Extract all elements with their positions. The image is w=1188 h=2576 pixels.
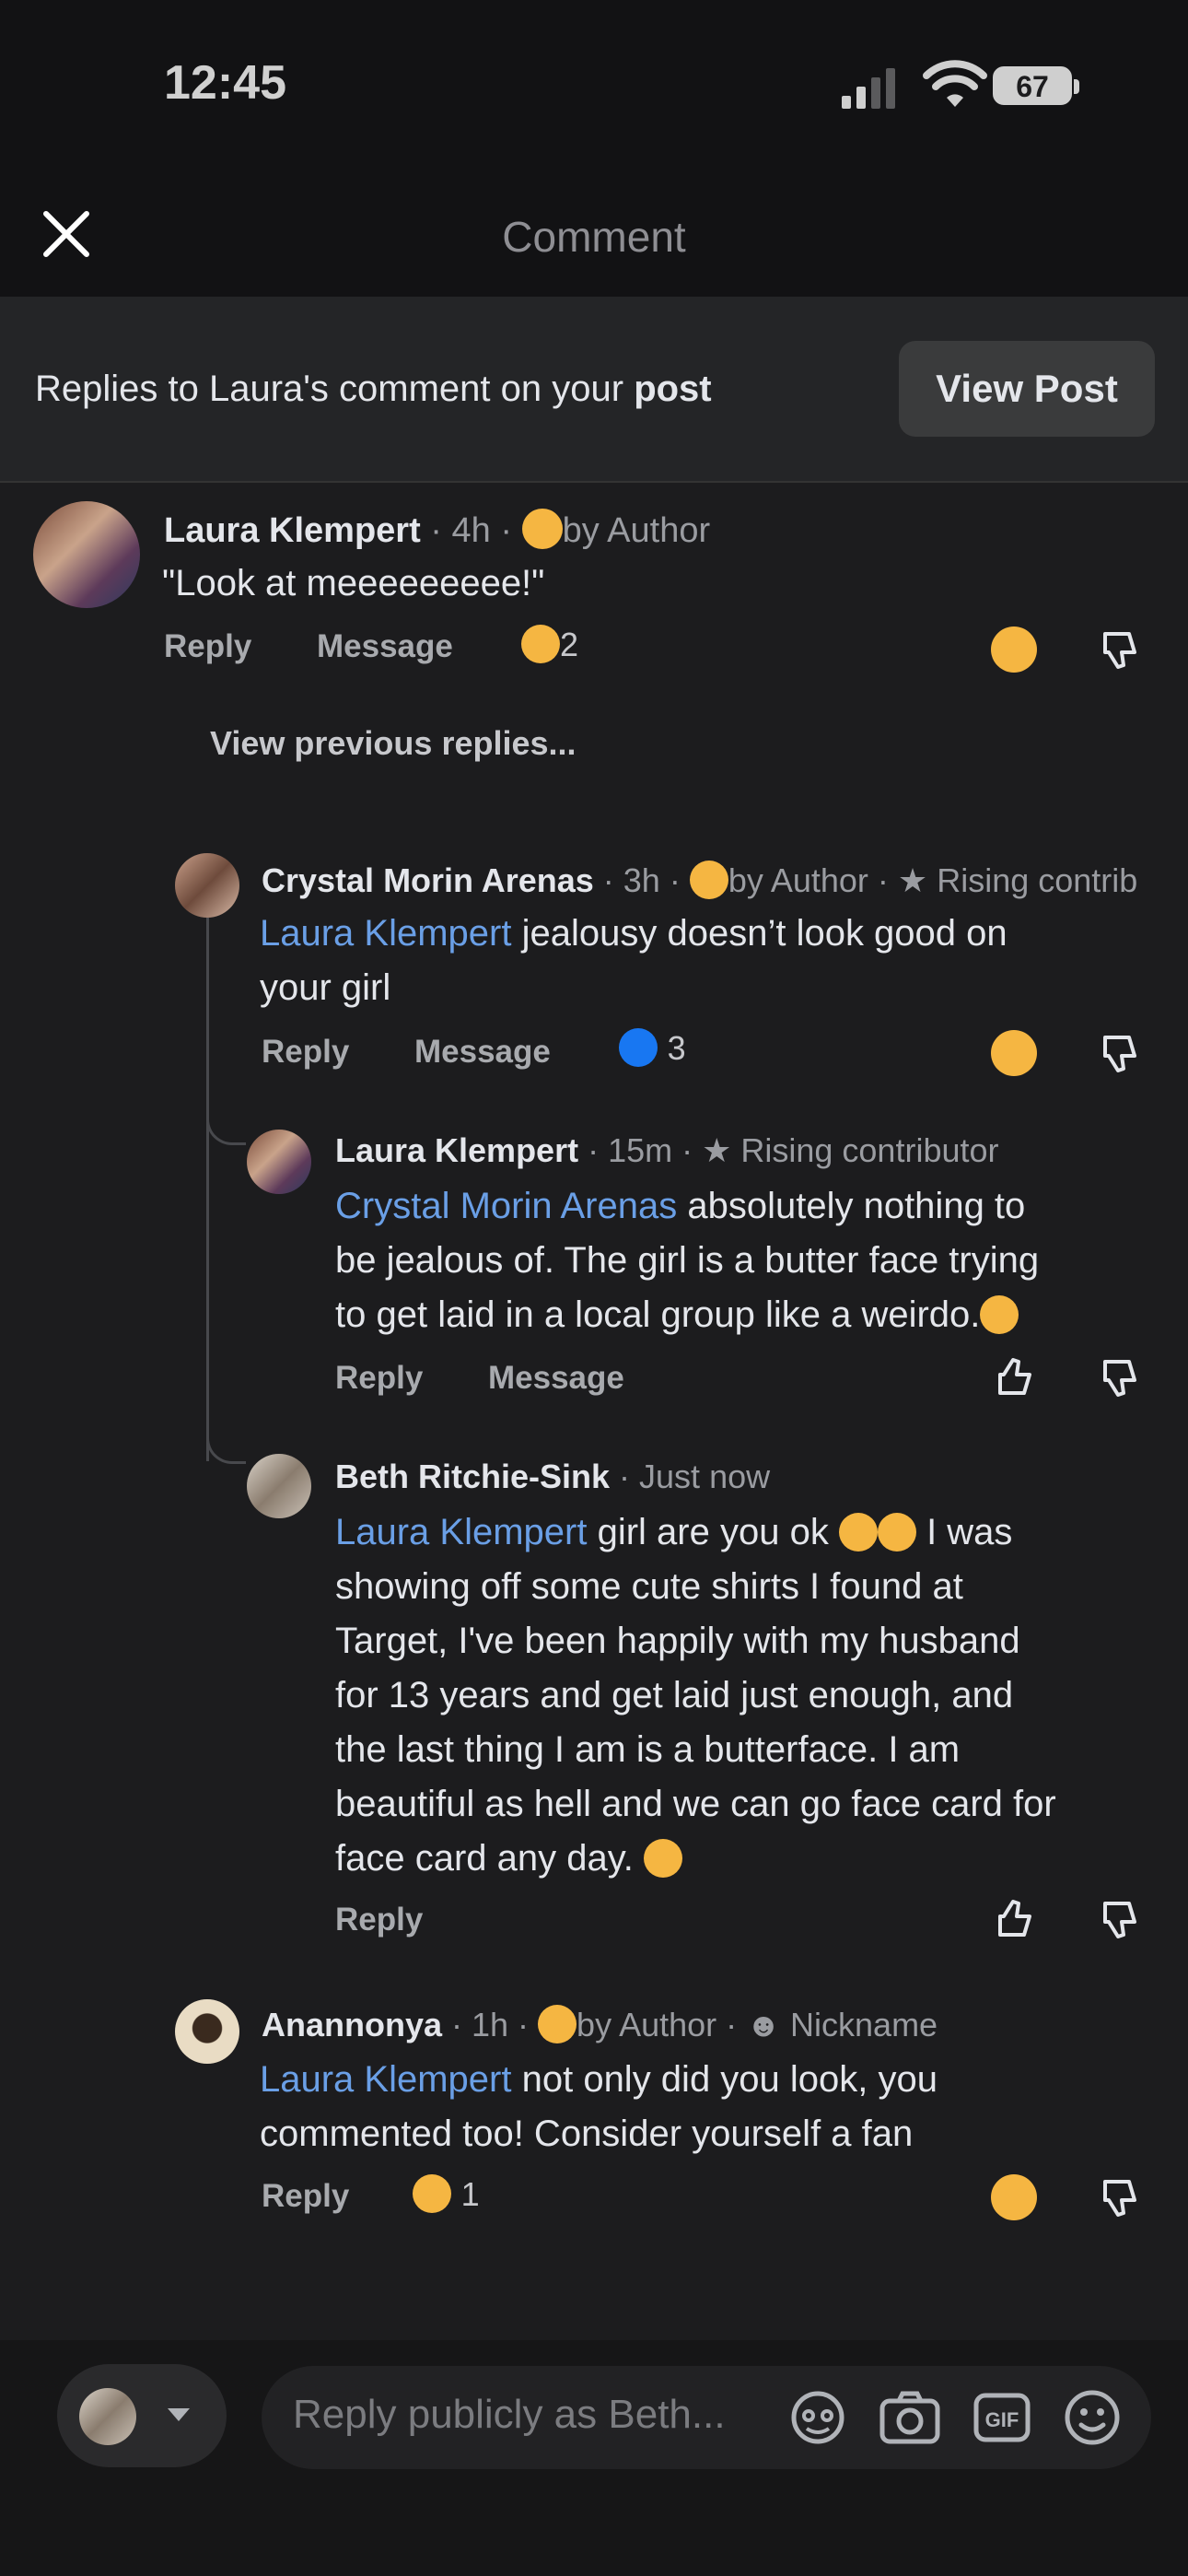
wifi-icon — [923, 60, 987, 107]
avatar[interactable] — [33, 501, 140, 608]
avatar[interactable] — [247, 1454, 311, 1518]
page-title: Comment — [502, 213, 686, 261]
author-name[interactable]: Beth Ritchie-Sink — [335, 1458, 610, 1495]
comment-text: face card any day. — [335, 1832, 682, 1886]
laugh-emoji-icon — [877, 1513, 916, 1551]
reply-button[interactable]: Reply — [164, 628, 251, 665]
mention-link[interactable]: Laura Klempert — [335, 1512, 587, 1552]
react-button[interactable] — [991, 1030, 1037, 1076]
comment-header: Laura Klempert · 15m · ★ Rising contribu… — [335, 1131, 999, 1169]
comment-text: Laura Klempert girl are you ok I was — [335, 1512, 1013, 1552]
reply-button[interactable]: Reply — [335, 1902, 423, 1938]
author-name[interactable]: Laura Klempert — [164, 511, 421, 550]
message-button[interactable]: Message — [317, 628, 453, 665]
comment-text: Target, I've been happily with my husban… — [335, 1621, 1020, 1661]
comment-text: Laura Klempert jealousy doesn’t look goo… — [260, 913, 1007, 954]
comment-text: your girl — [260, 967, 391, 1008]
avatar[interactable] — [175, 1999, 239, 2064]
avatar[interactable] — [247, 1130, 311, 1194]
laugh-emoji-icon — [980, 1295, 1019, 1334]
author-name[interactable]: Crystal Morin Arenas — [262, 861, 594, 899]
comment-text: to get laid in a local group like a weir… — [335, 1288, 1019, 1342]
message-button[interactable]: Message — [488, 1360, 624, 1397]
status-bar: 12:45 67 — [0, 0, 1188, 175]
like-icon[interactable] — [991, 1896, 1037, 1942]
reply-button[interactable]: Reply — [335, 1360, 423, 1397]
reply-button[interactable]: Reply — [262, 1034, 349, 1071]
comment-text: showing off some cute shirts I found at — [335, 1566, 963, 1607]
comment-text: for 13 years and get laid just enough, a… — [335, 1675, 1014, 1715]
gif-icon[interactable]: GIF — [973, 2390, 1031, 2445]
reaction-count[interactable]: 1 — [413, 2174, 480, 2215]
react-button[interactable] — [991, 626, 1037, 673]
dislike-icon[interactable] — [1096, 1896, 1142, 1942]
dislike-icon[interactable] — [1096, 1030, 1142, 1076]
banner-text: Replies to Laura's comment on your post — [35, 369, 712, 409]
reaction-count[interactable]: 2 — [521, 625, 578, 665]
like-icon[interactable] — [991, 1354, 1037, 1400]
battery-indicator: 67 — [993, 66, 1079, 105]
post-link[interactable]: post — [634, 369, 711, 409]
author-name[interactable]: Anannonya — [262, 2006, 442, 2043]
tongue-emoji-icon — [991, 2174, 1037, 2220]
thread-branch — [206, 1106, 246, 1145]
thread-branch — [206, 1424, 246, 1464]
reaction-count[interactable]: 3 — [619, 1028, 686, 1069]
status-time: 12:45 — [164, 56, 286, 110]
profile-switcher[interactable] — [57, 2364, 227, 2467]
reply-placeholder: Reply publicly as Beth... — [293, 2392, 726, 2437]
svg-text:GIF: GIF — [985, 2408, 1019, 2431]
comment-header: Anannonya · 1h · by Author · ☻ Nickname — [262, 2005, 938, 2043]
comment-text: commented too! Consider yourself a fan — [260, 2113, 914, 2154]
comment-text: beautiful as hell and we can go face car… — [335, 1784, 1056, 1824]
comment-header: Crystal Morin Arenas · 3h · by Author · … — [262, 861, 1138, 899]
react-button[interactable] — [991, 2174, 1037, 2220]
mention-link[interactable]: Crystal Morin Arenas — [335, 1186, 677, 1226]
reply-button[interactable]: Reply — [262, 2178, 349, 2215]
grin-emoji-icon — [991, 626, 1037, 673]
tongue-emoji-icon — [413, 2174, 451, 2213]
author-name[interactable]: Laura Klempert — [335, 1131, 578, 1169]
view-previous-replies[interactable]: View previous replies... — [210, 724, 577, 763]
dislike-icon[interactable] — [1096, 2174, 1142, 2220]
tongue-emoji-icon — [991, 1030, 1037, 1076]
comment-meta: · 4h · — [420, 511, 522, 550]
dislike-icon[interactable] — [1096, 626, 1142, 673]
message-button[interactable]: Message — [414, 1034, 551, 1071]
tongue-emoji-icon — [538, 2005, 577, 2043]
laugh-emoji-icon — [838, 1513, 878, 1551]
comment-header: Laura Klempert · 4h · by Author — [164, 509, 710, 551]
rising-badge: Rising contrib — [937, 861, 1138, 899]
kiss-emoji-icon — [644, 1839, 682, 1878]
nickname-badge: Nickname — [790, 2006, 938, 2043]
comment-text: Crystal Morin Arenas absolutely nothing … — [335, 1186, 1026, 1226]
camera-icon[interactable] — [879, 2390, 941, 2445]
mention-link[interactable]: Laura Klempert — [260, 2059, 511, 2100]
comment-text: the last thing I am is a butterface. I a… — [335, 1729, 961, 1770]
mention-link[interactable]: Laura Klempert — [260, 913, 511, 954]
chevron-down-icon — [168, 2408, 190, 2421]
comment-text: be jealous of. The girl is a butter face… — [335, 1240, 1040, 1281]
like-emoji-icon — [619, 1028, 658, 1067]
grin-emoji-icon — [521, 509, 563, 549]
view-post-button[interactable]: View Post — [899, 341, 1155, 437]
author-badge: by Author — [562, 511, 711, 550]
emoji-icon[interactable] — [1063, 2388, 1122, 2447]
avatar-sticker-icon[interactable] — [788, 2390, 847, 2445]
rising-badge: Rising contributor — [740, 1131, 999, 1169]
avatar[interactable] — [175, 853, 239, 918]
tongue-emoji-icon — [689, 861, 728, 899]
comment-text: Laura Klempert not only did you look, yo… — [260, 2059, 938, 2100]
grin-emoji-icon — [521, 625, 560, 663]
dislike-icon[interactable] — [1096, 1354, 1142, 1400]
avatar — [79, 2388, 136, 2445]
thread-line — [206, 918, 209, 1461]
comment-text: "Look at meeeeeeeee!" — [162, 563, 545, 603]
signal-icon — [842, 68, 895, 109]
comment-header: Beth Ritchie-Sink · Just now — [335, 1458, 771, 1495]
